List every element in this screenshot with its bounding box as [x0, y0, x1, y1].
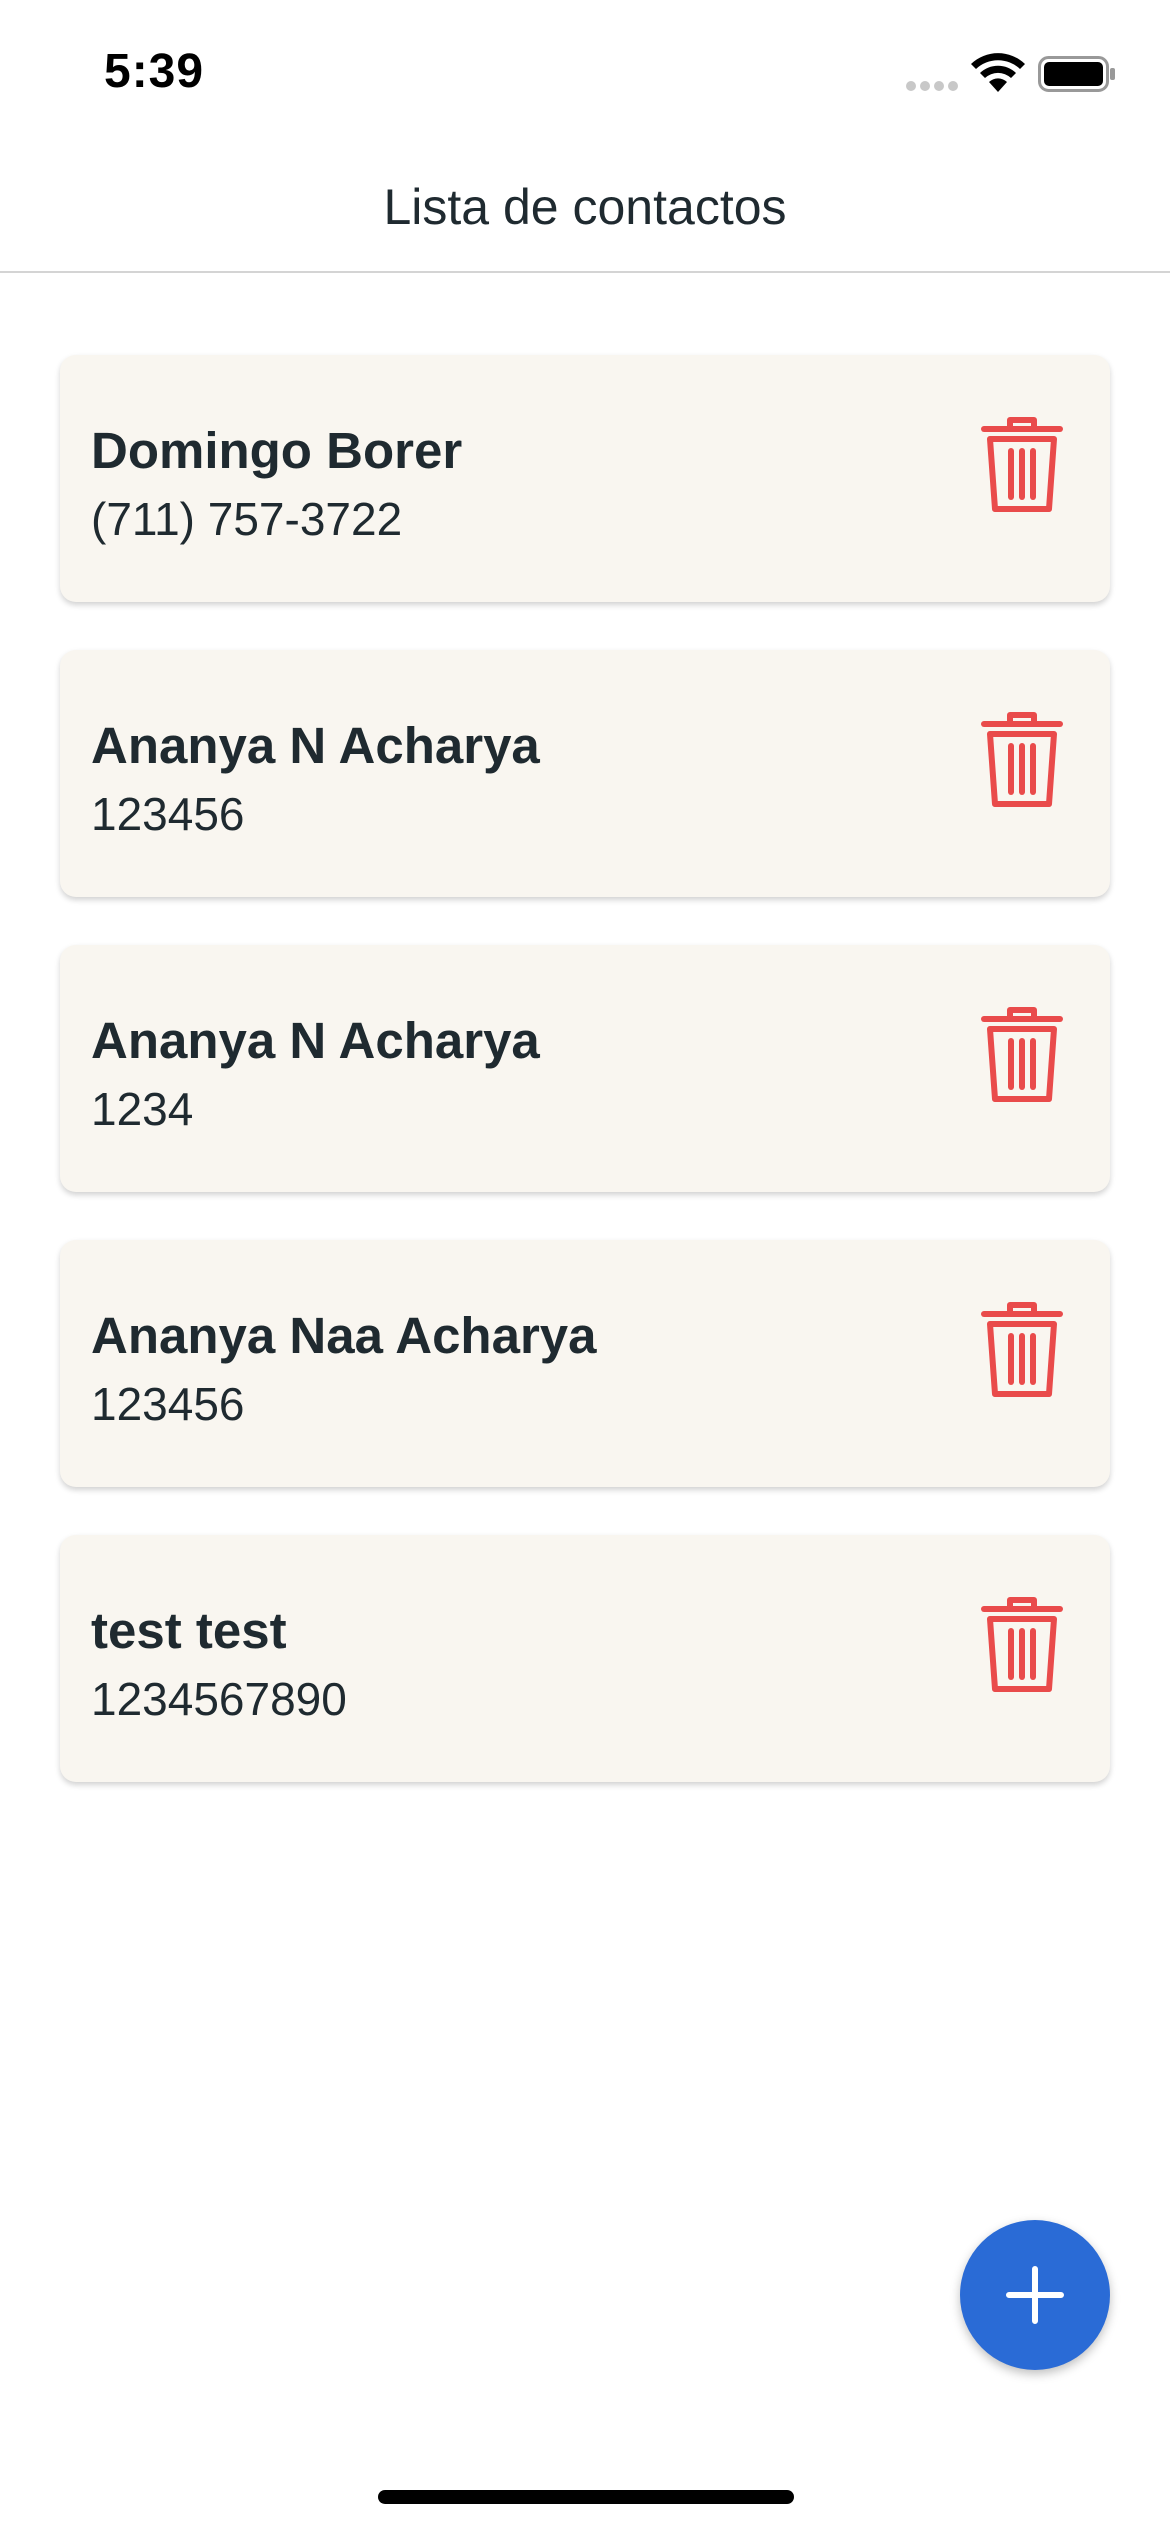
contact-phone: (711) 757-3722 — [91, 493, 403, 545]
contact-phone: 123456 — [91, 1378, 245, 1430]
signal-icon — [906, 81, 958, 91]
battery-icon — [1038, 56, 1115, 92]
trash-icon — [981, 712, 1063, 807]
contact-name: Ananya N Acharya — [91, 717, 540, 774]
trash-icon — [981, 1302, 1063, 1397]
page-title: Lista de contactos — [383, 179, 787, 235]
contact-name: Domingo Borer — [91, 422, 463, 479]
contact-card[interactable]: Ananya N Acharya 123456 — [60, 650, 1110, 897]
delete-button[interactable] — [980, 415, 1064, 515]
delete-button[interactable] — [980, 1595, 1064, 1695]
contact-phone: 1234567890 — [91, 1673, 347, 1725]
contact-phone: 1234 — [91, 1083, 194, 1135]
delete-button[interactable] — [980, 1005, 1064, 1105]
contact-phone: 123456 — [91, 788, 245, 840]
trash-icon — [981, 417, 1063, 512]
contact-name: Ananya Naa Acharya — [91, 1307, 597, 1364]
status-bar: 5:39 — [0, 0, 1170, 140]
plus-icon — [1006, 2266, 1064, 2324]
contact-card[interactable]: Ananya Naa Acharya 123456 — [60, 1240, 1110, 1487]
contact-card[interactable]: test test 1234567890 — [60, 1535, 1110, 1782]
delete-button[interactable] — [980, 710, 1064, 810]
contact-name: Ananya N Acharya — [91, 1012, 540, 1069]
nav-header: Lista de contactos — [0, 140, 1170, 273]
home-indicator[interactable] — [378, 2490, 794, 2504]
contact-card[interactable]: Ananya N Acharya 1234 — [60, 945, 1110, 1192]
contact-list: Domingo Borer (711) 757-3722 Ananya N Ac… — [60, 355, 1110, 1830]
contact-name: test test — [91, 1602, 287, 1659]
contact-card[interactable]: Domingo Borer (711) 757-3722 — [60, 355, 1110, 602]
delete-button[interactable] — [980, 1300, 1064, 1400]
add-contact-button[interactable] — [960, 2220, 1110, 2370]
trash-icon — [981, 1007, 1063, 1102]
contacts-screen: 5:39 Lista de contactos Domingo Borer (7… — [0, 0, 1170, 2532]
status-time: 5:39 — [104, 45, 205, 98]
trash-icon — [981, 1597, 1063, 1692]
wifi-icon — [971, 53, 1025, 92]
